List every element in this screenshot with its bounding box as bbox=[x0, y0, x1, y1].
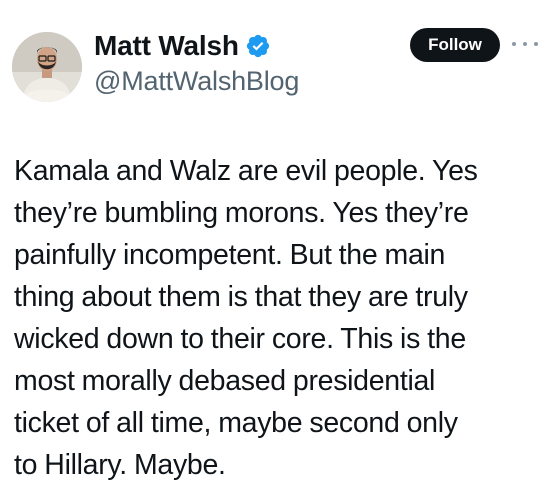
tweet-text-line: ticket of all time, maybe second only bbox=[14, 407, 458, 439]
tweet-text-line: most morally debased presidential bbox=[14, 365, 436, 397]
dot bbox=[512, 42, 516, 46]
avatar[interactable] bbox=[12, 32, 82, 102]
tweet-text-line: wicked down to their core. This is the bbox=[14, 323, 466, 355]
tweet-text-line: they’re bumbling morons. Yes they’re bbox=[14, 197, 469, 229]
tweet-text-line: painfully incompetent. But the main bbox=[14, 239, 446, 271]
follow-button[interactable]: Follow bbox=[410, 28, 500, 62]
dot bbox=[534, 42, 538, 46]
dot bbox=[523, 42, 527, 46]
avatar-image bbox=[12, 32, 82, 102]
tweet-text-line: to Hillary. Maybe. bbox=[14, 449, 226, 481]
author-name-row: Matt Walsh bbox=[94, 28, 271, 64]
tweet-text-line: Kamala and Walz are evil people. Yes bbox=[14, 155, 478, 187]
author-handle[interactable]: @MattWalshBlog bbox=[94, 66, 299, 97]
tweet-header: Matt Walsh @MattWalshBlog Follow bbox=[0, 0, 550, 110]
more-options-icon[interactable] bbox=[512, 36, 538, 52]
tweet-text-line: thing about them is that they are truly bbox=[14, 281, 468, 313]
verified-badge-icon[interactable] bbox=[245, 33, 271, 59]
author-display-name[interactable]: Matt Walsh bbox=[94, 30, 239, 62]
tweet-text: Kamala and Walz are evil people. Yes the… bbox=[14, 150, 540, 486]
